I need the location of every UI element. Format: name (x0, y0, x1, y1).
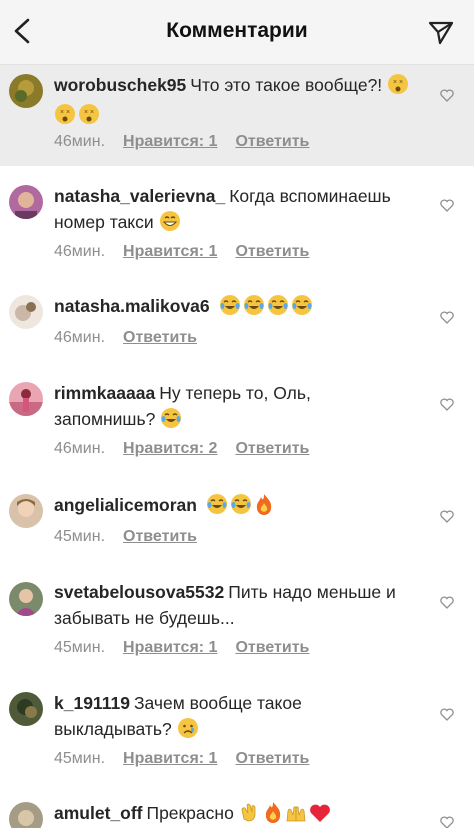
dizzy-face-emoji-icon: × × (78, 103, 100, 132)
likes-link[interactable]: Нравится: 1 (123, 750, 217, 767)
comment-text: natasha_valerievna_ Когда вспоминаешь ном… (54, 183, 414, 239)
like-heart-icon[interactable] (440, 311, 454, 324)
avatar[interactable] (9, 494, 43, 528)
raising-hands-emoji-icon (285, 801, 307, 828)
avatar[interactable] (9, 74, 43, 108)
avatar[interactable] (9, 382, 43, 416)
comment-text: rimmkaaaaa Ну теперь то, Оль, запомнишь? (54, 380, 414, 436)
clapping-hands-emoji-icon (239, 801, 261, 828)
header-bar: Комментарии (0, 0, 474, 65)
likes-link[interactable]: Нравится: 1 (123, 243, 217, 260)
comment-text: k_191119 Зачем вообще такое выкладывать? (54, 690, 414, 746)
avatar[interactable] (9, 582, 43, 616)
laughing-tears-emoji-icon (206, 493, 228, 522)
reply-button[interactable]: Ответить (123, 329, 197, 346)
send-icon[interactable] (427, 20, 455, 46)
svg-text:× ×: × × (84, 109, 94, 116)
dizzy-face-emoji-icon: × × (54, 103, 76, 132)
likes-link[interactable]: Нравится: 2 (123, 440, 217, 457)
reply-button[interactable]: Ответить (123, 528, 197, 545)
comment-time: 46мин. (54, 440, 106, 457)
reply-button[interactable]: Ответить (235, 750, 309, 767)
comment-text: amulet_off Прекрасно (54, 800, 414, 828)
avatar[interactable] (9, 692, 43, 726)
comment-time: 45мин. (54, 639, 106, 656)
svg-text:× ×: × × (60, 109, 70, 116)
comment-meta: 46мин. Ответить (54, 329, 215, 347)
comment-username[interactable]: rimmkaaaaa (54, 383, 155, 403)
like-heart-icon[interactable] (440, 510, 454, 523)
comment-username[interactable]: amulet_off (54, 803, 142, 823)
comment-text: svetabelousova5532 Пить надо меньше и заб… (54, 579, 414, 631)
laughing-tears-emoji-icon (219, 294, 241, 323)
comment-item: k_191119 Зачем вообще такое выкладывать? … (0, 682, 474, 782)
comment-time: 46мин. (54, 243, 106, 260)
like-heart-icon[interactable] (440, 199, 454, 212)
avatar[interactable] (9, 802, 43, 828)
laughing-tears-emoji-icon (243, 294, 265, 323)
comment-time: 46мин. (54, 133, 106, 150)
comment-username[interactable]: worobuschek95 (54, 75, 186, 95)
comment-text: worobuschek95 Что это такое вообще?! × × ×… (54, 72, 414, 132)
like-heart-icon[interactable] (440, 596, 454, 609)
comment-meta: 46мин. Нравится: 1 Ответить (54, 243, 327, 261)
likes-link[interactable]: Нравится: 1 (123, 133, 217, 150)
laughing-tears-emoji-icon (291, 294, 313, 323)
reply-button[interactable]: Ответить (235, 639, 309, 656)
page-title: Комментарии (166, 19, 308, 42)
likes-link[interactable]: Нравится: 1 (123, 639, 217, 656)
dizzy-face-emoji-icon: × × (387, 73, 409, 102)
comment-item: natasha.malikova6 46мин. Ответить (0, 285, 474, 365)
grinning-face-emoji-icon (159, 210, 181, 239)
comment-username[interactable]: natasha_valerievna_ (54, 186, 225, 206)
like-heart-icon[interactable] (440, 816, 454, 828)
comment-username[interactable]: natasha.malikova6 (54, 296, 210, 316)
comment-item: svetabelousova5532 Пить надо меньше и заб… (0, 570, 474, 670)
crying-face-emoji-icon (177, 717, 199, 746)
like-heart-icon[interactable] (440, 89, 454, 102)
comment-username[interactable]: k_191119 (54, 693, 130, 713)
comment-username[interactable]: angelialicemoran (54, 495, 197, 515)
laughing-tears-emoji-icon (230, 493, 252, 522)
comment-meta: 45мин. Нравится: 1 Ответить (54, 750, 327, 768)
comment-item: rimmkaaaaa Ну теперь то, Оль, запомнишь? … (0, 372, 474, 472)
comment-body: Прекрасно (146, 803, 234, 823)
comment-text: angelialicemoran (54, 492, 414, 522)
comment-meta: 45мин. Нравится: 1 Ответить (54, 639, 327, 657)
comment-time: 46мин. (54, 329, 106, 346)
like-heart-icon[interactable] (440, 708, 454, 721)
comment-meta: 45мин. Ответить (54, 528, 215, 546)
comment-time: 45мин. (54, 750, 106, 767)
comment-username[interactable]: svetabelousova5532 (54, 582, 224, 602)
comment-item: worobuschek95 Что это такое вообще?! × × ×… (0, 65, 474, 166)
comment-meta: 46мин. Нравится: 1 Ответить (54, 133, 327, 151)
comment-item: natasha_valerievna_ Когда вспоминаешь ном… (0, 175, 474, 275)
comment-text: natasha.malikova6 (54, 293, 414, 323)
reply-button[interactable]: Ответить (235, 243, 309, 260)
like-heart-icon[interactable] (440, 398, 454, 411)
fire-emoji-icon (263, 801, 283, 828)
laughing-tears-emoji-icon (160, 407, 182, 436)
reply-button[interactable]: Ответить (235, 440, 309, 457)
reply-button[interactable]: Ответить (235, 133, 309, 150)
comment-body: Что это такое вообще?! (190, 75, 383, 95)
svg-text:× ×: × × (393, 79, 403, 86)
comment-item: angelialicemoran 45мин. Ответить (0, 484, 474, 564)
laughing-tears-emoji-icon (267, 294, 289, 323)
comment-item: amulet_off Прекрасно (0, 794, 474, 828)
red-heart-emoji-icon (309, 803, 331, 828)
avatar[interactable] (9, 295, 43, 329)
avatar[interactable] (9, 185, 43, 219)
comment-time: 45мин. (54, 528, 106, 545)
comment-meta: 46мин. Нравится: 2 Ответить (54, 440, 327, 458)
fire-emoji-icon (254, 493, 274, 522)
